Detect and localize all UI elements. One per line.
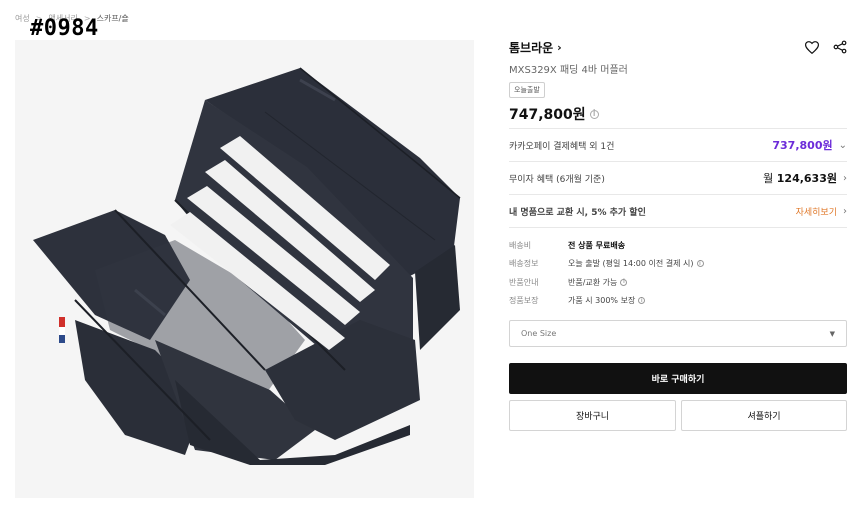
- buy-now-button[interactable]: 바로 구매하기: [509, 363, 847, 394]
- installment-value: 124,633원: [776, 172, 837, 185]
- shipping-fee-row: 배송비 전 상품 무료배송: [509, 236, 847, 255]
- shipping-info: 배송비 전 상품 무료배송 배송정보 오늘 출발 (평일 14:00 이전 결제…: [509, 236, 847, 310]
- chevron-right-icon: ›: [843, 205, 847, 217]
- authenticity-value: 가품 시 300% 보장: [568, 296, 636, 306]
- return-info-value: 반품/교환 가능: [568, 277, 618, 287]
- brand-link[interactable]: 톰브라운 ›: [509, 39, 562, 56]
- authenticity-row: 정품보장 가품 시 300% 보장 i: [509, 292, 847, 311]
- authenticity-key: 정품보장: [509, 296, 539, 306]
- add-to-cart-button[interactable]: 장바구니: [509, 400, 676, 431]
- size-select[interactable]: One Size ▼: [509, 320, 847, 347]
- shipping-fee-value: 전 상품 무료배송: [568, 240, 626, 250]
- installment-amount: 월 124,633원: [763, 170, 837, 186]
- shipping-info-key: 배송정보: [509, 259, 539, 269]
- shipping-info-row: 배송정보 오늘 출발 (평일 14:00 이전 결제 시) i: [509, 255, 847, 274]
- shipping-fee-key: 배송비: [509, 240, 532, 250]
- size-select-value: One Size: [521, 329, 557, 338]
- installment-row[interactable]: 무이자 혜택 (6개월 기준) 월 124,633원 ›: [509, 161, 847, 194]
- breadcrumb-item-women[interactable]: 여성: [15, 13, 30, 24]
- chevron-down-icon: ⌄: [838, 139, 847, 151]
- share-icon[interactable]: [833, 40, 847, 54]
- price-row: 747,800원 i: [509, 104, 847, 124]
- padded-muffler-illustration: [33, 67, 461, 465]
- product-image: [15, 40, 474, 498]
- today-shipping-badge: 오늘출발: [509, 82, 545, 98]
- return-info-key: 반품안내: [509, 277, 539, 287]
- return-info-row: 반품안내 반품/교환 가능 i: [509, 273, 847, 292]
- brand-name: 톰브라운: [509, 40, 554, 55]
- kakao-benefit-price: 737,800원: [772, 139, 833, 152]
- installment-prefix: 월: [763, 172, 774, 185]
- info-icon[interactable]: i: [638, 297, 646, 305]
- product-name: MXS329X 패딩 4바 머플러: [509, 65, 628, 76]
- sample-button[interactable]: 셔플하기: [681, 400, 847, 431]
- breadcrumb-item-scarf[interactable]: 스카프/숄: [97, 13, 129, 24]
- product-price: 747,800원: [509, 107, 586, 123]
- chevron-right-icon: ›: [557, 40, 562, 54]
- caret-down-icon: ▼: [829, 329, 835, 338]
- info-icon[interactable]: i: [589, 109, 599, 119]
- product-actions: [805, 40, 847, 54]
- installment-label: 무이자 혜택 (6개월 기준): [509, 174, 605, 185]
- overlay-id-tag: #0984: [30, 16, 99, 41]
- product-info: 톰브라운 › MXS329X 패딩 4바 머플러 오늘출발 747,800원 i: [509, 36, 847, 124]
- info-icon[interactable]: i: [620, 278, 628, 286]
- heart-icon[interactable]: [805, 40, 819, 54]
- brand-row: 톰브라운 ›: [509, 36, 847, 58]
- chevron-right-icon: ›: [843, 172, 847, 184]
- info-icon[interactable]: i: [696, 260, 704, 268]
- kakao-benefit-row[interactable]: 카카오페이 결제혜택 외 1건 737,800원 ⌄: [509, 128, 847, 161]
- shipping-info-value: 오늘 출발 (평일 14:00 이전 결제 시): [568, 259, 694, 269]
- exchange-detail-link[interactable]: 자세히보기: [796, 205, 837, 218]
- exchange-discount-label: 내 명품으로 교환 시, 5% 추가 할인: [509, 207, 646, 218]
- kakao-benefit-label: 카카오페이 결제혜택 외 1건: [509, 141, 615, 152]
- exchange-discount-row[interactable]: 내 명품으로 교환 시, 5% 추가 할인 자세히보기 ›: [509, 194, 847, 228]
